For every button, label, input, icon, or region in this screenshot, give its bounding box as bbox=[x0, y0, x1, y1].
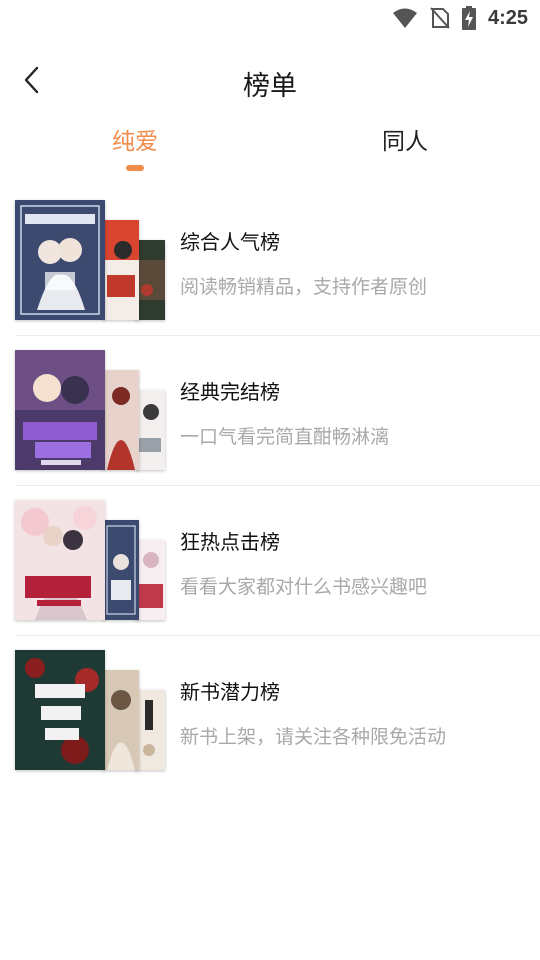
book-cover bbox=[103, 370, 139, 470]
book-cover bbox=[103, 670, 139, 770]
cover-stack bbox=[15, 200, 167, 320]
active-tab-indicator bbox=[126, 165, 144, 171]
book-cover bbox=[15, 350, 105, 470]
no-sim-icon bbox=[430, 7, 450, 29]
rank-item-hot-clicks[interactable]: 狂热点击榜 看看大家都对什么书感兴趣吧 bbox=[15, 486, 540, 636]
book-cover bbox=[15, 500, 105, 620]
rank-name: 经典完结榜 bbox=[180, 380, 280, 404]
book-cover bbox=[15, 200, 105, 320]
rank-name: 狂热点击榜 bbox=[180, 530, 280, 554]
book-cover bbox=[15, 650, 105, 770]
book-cover bbox=[103, 220, 139, 320]
book-cover bbox=[135, 240, 165, 320]
rank-desc: 阅读畅销精品，支持作者原创 bbox=[180, 276, 428, 298]
rank-item-popular[interactable]: 综合人气榜 阅读畅销精品，支持作者原创 bbox=[15, 186, 540, 336]
rank-item-new-potential[interactable]: 新书潜力榜 新书上架，请关注各种限免活动 bbox=[15, 636, 540, 786]
rank-name: 综合人气榜 bbox=[180, 230, 280, 254]
rank-name: 新书潜力榜 bbox=[180, 680, 280, 704]
book-cover bbox=[103, 520, 139, 620]
tab-tongren[interactable]: 同人 bbox=[335, 122, 475, 156]
rank-desc: 看看大家都对什么书感兴趣吧 bbox=[180, 576, 428, 598]
wifi-icon bbox=[392, 7, 418, 29]
rank-item-completed[interactable]: 经典完结榜 一口气看完简直酣畅淋漓 bbox=[15, 336, 540, 486]
header: 榜单 bbox=[0, 52, 540, 108]
cover-stack bbox=[15, 350, 167, 470]
page-title: 榜单 bbox=[243, 71, 297, 102]
book-cover bbox=[135, 390, 165, 470]
book-cover bbox=[135, 540, 165, 620]
battery-charging-icon bbox=[461, 6, 476, 30]
cover-stack bbox=[15, 650, 167, 770]
rank-list: 综合人气榜 阅读畅销精品，支持作者原创 经典完结榜 一口气看完简直酣畅淋漓 狂热… bbox=[15, 186, 540, 786]
rank-desc: 一口气看完简直酣畅淋漓 bbox=[180, 426, 390, 448]
status-time: 4:25 bbox=[487, 6, 528, 29]
book-cover bbox=[135, 690, 165, 770]
rank-desc: 新书上架，请关注各种限免活动 bbox=[180, 726, 447, 748]
status-icons: 4:25 bbox=[392, 6, 528, 30]
status-bar: 4:25 bbox=[0, 0, 540, 36]
tab-bar: 纯爱 同人 bbox=[0, 122, 540, 176]
cover-stack bbox=[15, 500, 167, 620]
tab-chunai[interactable]: 纯爱 bbox=[65, 122, 205, 156]
